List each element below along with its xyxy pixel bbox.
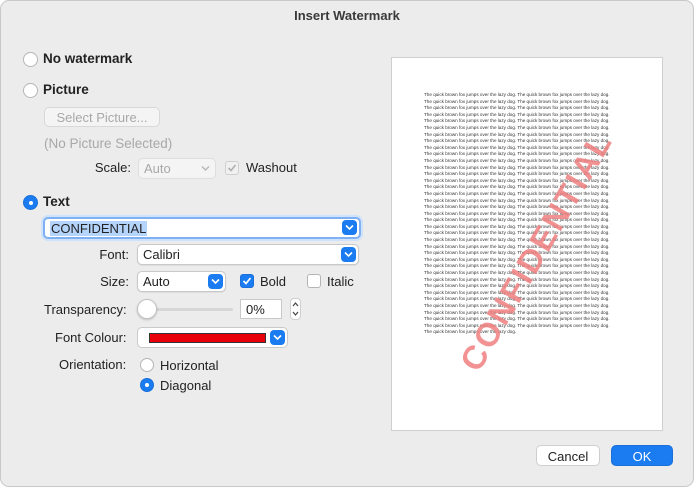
preview-line: The quick brown fox jumps over the lazy … (424, 217, 610, 223)
chevron-down-icon (198, 161, 213, 176)
transparency-field[interactable]: 0% (240, 299, 282, 319)
preview-line: The quick brown fox jumps over the lazy … (424, 197, 610, 203)
horizontal-radio[interactable] (140, 358, 154, 372)
transparency-label: Transparency: (44, 302, 127, 317)
preview-line: The quick brown fox jumps over the lazy … (424, 329, 517, 335)
horizontal-label: Horizontal (160, 358, 219, 373)
preview-line: The quick brown fox jumps over the lazy … (424, 177, 610, 183)
preview-line: The quick brown fox jumps over the lazy … (424, 316, 610, 322)
text-radio[interactable] (23, 195, 38, 210)
preview-line: The quick brown fox jumps over the lazy … (424, 190, 610, 196)
preview-line: The quick brown fox jumps over the lazy … (424, 204, 610, 210)
chevron-down-icon (208, 274, 223, 289)
preview-line: The quick brown fox jumps over the lazy … (424, 118, 610, 124)
dialog-title: Insert Watermark (294, 8, 400, 23)
scale-value: Auto (144, 161, 171, 176)
size-value: Auto (143, 274, 170, 289)
size-label: Size: (100, 274, 129, 289)
preview-line: The quick brown fox jumps over the lazy … (424, 124, 610, 130)
diagonal-radio[interactable] (140, 378, 154, 392)
no-watermark-label[interactable]: No watermark (43, 51, 132, 66)
size-select[interactable]: Auto (137, 271, 226, 292)
checkmark-icon (242, 277, 252, 285)
ok-button[interactable]: OK (611, 445, 673, 466)
font-select[interactable]: Calibri (137, 244, 359, 265)
transparency-stepper[interactable] (290, 298, 301, 320)
chevron-down-icon[interactable] (342, 220, 357, 235)
scale-label: Scale: (94, 160, 131, 175)
font-colour-picker[interactable] (137, 327, 288, 348)
orientation-label: Orientation: (59, 357, 127, 372)
insert-watermark-dialog: Insert Watermark No watermark Picture Se… (0, 0, 694, 487)
watermark-preview: The quick brown fox jumps over the lazy … (391, 57, 663, 431)
preview-line: The quick brown fox jumps over the lazy … (424, 111, 610, 117)
font-colour-swatch (149, 333, 266, 343)
select-picture-button[interactable]: Select Picture... (44, 107, 160, 127)
cancel-button[interactable]: Cancel (536, 445, 600, 466)
text-label[interactable]: Text (43, 194, 70, 209)
bold-label: Bold (260, 274, 287, 289)
chevron-down-icon (270, 330, 285, 345)
chevron-down-icon (341, 247, 356, 262)
preview-line: The quick brown fox jumps over the lazy … (424, 309, 610, 315)
preview-line: The quick brown fox jumps over the lazy … (424, 105, 610, 111)
font-value: Calibri (143, 247, 180, 262)
preview-line: The quick brown fox jumps over the lazy … (424, 92, 610, 97)
scale-select[interactable]: Auto (138, 158, 216, 179)
font-label: Font: (99, 247, 129, 262)
preview-line: The quick brown fox jumps over the lazy … (424, 322, 610, 328)
preview-line: The quick brown fox jumps over the lazy … (424, 210, 610, 216)
picture-radio[interactable] (23, 83, 38, 98)
italic-checkbox[interactable] (307, 274, 321, 288)
diagonal-label: Diagonal (160, 378, 212, 393)
washout-label: Washout (246, 160, 297, 175)
no-watermark-radio[interactable] (23, 52, 38, 67)
font-colour-label: Font Colour: (55, 330, 127, 345)
preview-line: The quick brown fox jumps over the lazy … (424, 184, 610, 190)
washout-checkbox[interactable] (225, 161, 239, 175)
watermark-text-value[interactable]: CONFIDENTIAL (50, 221, 148, 236)
picture-label[interactable]: Picture (43, 82, 89, 97)
preview-line: The quick brown fox jumps over the lazy … (424, 98, 610, 104)
preview-line: The quick brown fox jumps over the lazy … (424, 303, 610, 308)
picture-status: (No Picture Selected) (44, 136, 173, 151)
watermark-text-combo[interactable]: CONFIDENTIAL (43, 217, 361, 239)
bold-checkbox[interactable] (240, 274, 254, 288)
italic-label: Italic (327, 274, 354, 289)
transparency-slider-knob[interactable] (137, 299, 157, 319)
